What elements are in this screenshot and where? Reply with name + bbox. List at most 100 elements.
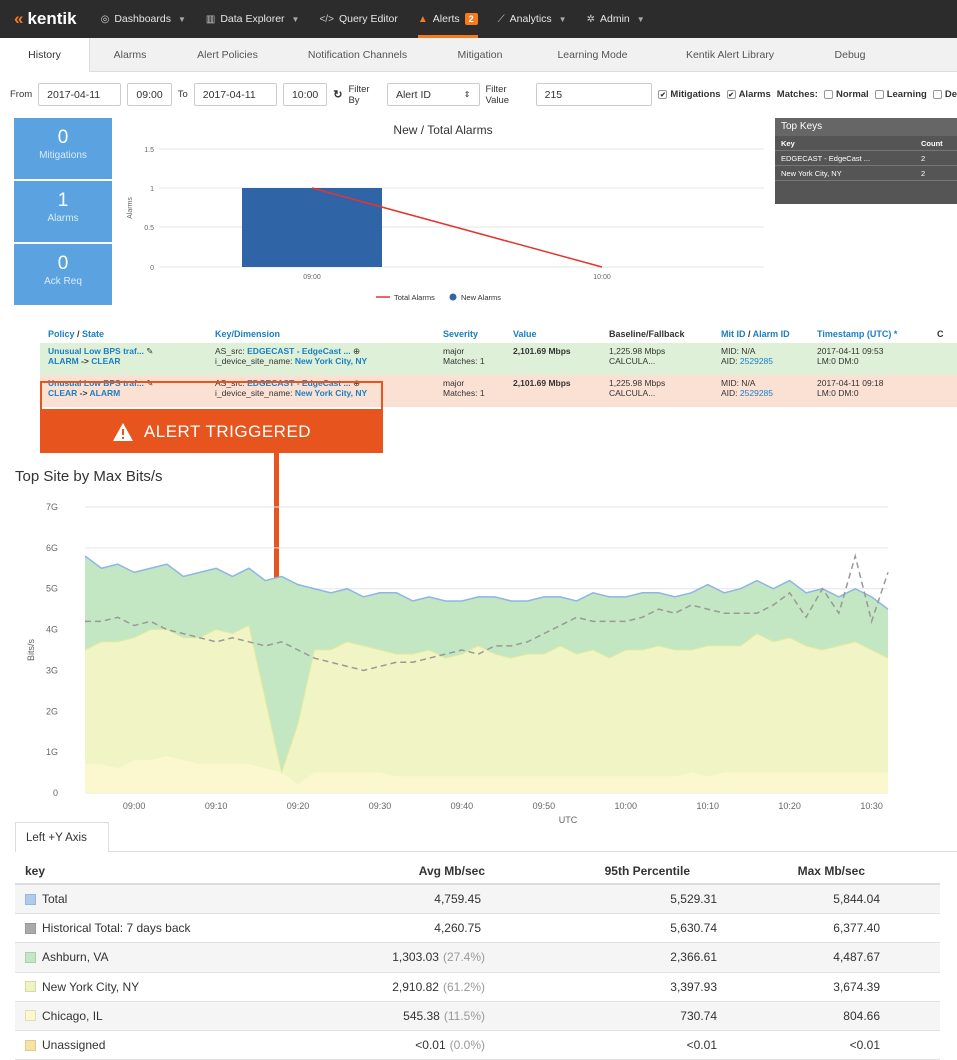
- alarm-id-link[interactable]: 2529285: [740, 388, 773, 398]
- filter-value-input[interactable]: 215: [535, 83, 653, 106]
- severity-value: major: [443, 346, 465, 356]
- table-row[interactable]: New York City, NY 2,910.82 (61.2%) 3,397.93…: [15, 973, 940, 1002]
- from-time-input[interactable]: 09:00: [127, 83, 172, 106]
- checkbox-empty-icon: [823, 90, 833, 99]
- timestamp-value: 2017-04-11 09:18: [817, 378, 884, 388]
- de-checkbox[interactable]: De: [932, 89, 957, 100]
- policy-header: Policy: [48, 329, 75, 339]
- mit-alarm-id-header[interactable]: Mit ID / Alarm ID: [721, 329, 817, 339]
- nav-dashboards[interactable]: ◎ Dashboards ▼: [101, 0, 186, 38]
- row-key: New York City, NY: [15, 980, 285, 994]
- nav-query-editor[interactable]: </> Query Editor: [319, 0, 397, 38]
- aid-prefix: AID:: [721, 388, 738, 398]
- table-row[interactable]: Ashburn, VA 1,303.03 (27.4%) 2,366.61 4,487.…: [15, 943, 940, 973]
- nav-analytics[interactable]: ⟋ Analytics ▼: [498, 0, 567, 38]
- mitigations-stat[interactable]: 0 Mitigations: [14, 118, 112, 180]
- total-alarms-legend-label[interactable]: Total Alarms: [394, 293, 435, 302]
- avg-value: 545.38: [403, 1008, 440, 1023]
- tab-alert-policies[interactable]: Alert Policies: [170, 38, 285, 72]
- arrow-separator: ->: [81, 356, 89, 366]
- caret-down-icon: ▼: [177, 14, 186, 24]
- refresh-icon[interactable]: ↻: [333, 88, 342, 101]
- x-tick-label: 10:30: [860, 801, 883, 811]
- alarms-checkbox[interactable]: ✔ Alarms: [726, 89, 771, 100]
- row-key: Ashburn, VA: [15, 950, 285, 964]
- slash-separator: /: [745, 329, 753, 339]
- tab-debug[interactable]: Debug: [805, 38, 895, 72]
- caret-down-icon: ▼: [636, 14, 645, 24]
- logo-chevron-icon: «: [14, 9, 24, 28]
- alert-triggered-banner: ALERT TRIGGERED: [40, 411, 383, 453]
- top-key-count: 2: [921, 153, 926, 163]
- nav-alerts[interactable]: ▲ Alerts 2: [417, 0, 478, 38]
- alarms-stat[interactable]: 1 Alarms: [14, 181, 112, 243]
- nav-data-explorer[interactable]: ▥ Data Explorer ▼: [206, 0, 300, 38]
- new-alarms-legend-label[interactable]: New Alarms: [461, 293, 501, 302]
- timestamp-header[interactable]: Timestamp (UTC) *: [817, 329, 937, 339]
- tab-kentik-alert-library[interactable]: Kentik Alert Library: [655, 38, 805, 72]
- table-row[interactable]: Chicago, IL 545.38 (11.5%) 730.74 804.66: [15, 1001, 940, 1031]
- alarm-row[interactable]: Unusual Low BPS traf... ✎ ALARM -> CLEAR …: [40, 343, 957, 375]
- y-tick-label: 6G: [46, 543, 58, 553]
- key-prefix: i_device_site_name:: [215, 356, 293, 366]
- p95-value: 730.74: [680, 1008, 717, 1023]
- nav-analytics-label: Analytics: [509, 13, 552, 25]
- value-header[interactable]: Value: [513, 329, 609, 339]
- row-avg: 4,759.45: [285, 892, 485, 906]
- baseline-value: 1,225.98 Mbps: [609, 346, 666, 356]
- severity-header[interactable]: Severity: [443, 329, 513, 339]
- top-keys-row[interactable]: New York City, NY 2: [775, 166, 957, 181]
- p95-value: 5,630.74: [670, 921, 717, 936]
- from-date-input[interactable]: 2017-04-11: [38, 83, 122, 106]
- pencil-icon[interactable]: ✎: [146, 346, 153, 356]
- series-swatch: [25, 951, 36, 963]
- y-tick-label: 1.5: [144, 147, 154, 154]
- tab-left-y-axis[interactable]: Left +Y Axis: [15, 822, 109, 852]
- alert-triggered-label: ALERT TRIGGERED: [143, 422, 312, 441]
- extra-column-header: C: [937, 329, 944, 339]
- checkmark-icon: ✔: [658, 90, 668, 99]
- checkmark-icon: ✔: [726, 90, 736, 99]
- to-date-input[interactable]: 2017-04-11: [193, 83, 277, 106]
- ack-req-stat[interactable]: 0 Ack Req: [14, 244, 112, 306]
- top-keys-panel: Top Keys Key Count EDGECAST - EdgeCast ..…: [775, 118, 957, 204]
- key-value-link[interactable]: New York City, NY: [295, 356, 367, 366]
- plus-circle-icon[interactable]: ⊕: [353, 346, 360, 356]
- learning-checkbox[interactable]: Learning: [874, 89, 927, 100]
- table-row[interactable]: Total 4,759.45 5,529.31 5,844.04: [15, 885, 940, 915]
- series-swatch: [25, 981, 36, 993]
- key-value-link[interactable]: EDGECAST - EdgeCast ...: [247, 346, 350, 356]
- traffic-chart: 0 1G 2G 3G 4G 5G 6G 7G 09:00 09:10 09:20 09:30 09:40…: [26, 502, 889, 825]
- top-keys-row[interactable]: EDGECAST - EdgeCast ... 2: [775, 151, 957, 166]
- max-value: 804.66: [843, 1008, 880, 1023]
- max-value: <0.01: [849, 1038, 880, 1053]
- policy-link[interactable]: Unusual Low BPS traf...: [48, 346, 144, 356]
- top-key-name: EDGECAST - EdgeCast ...: [781, 153, 871, 163]
- policy-state-header[interactable]: Policy / State: [40, 329, 215, 339]
- alarm-table-header: Policy / State Key/Dimension Severity Va…: [40, 325, 957, 343]
- tab-history[interactable]: History: [0, 38, 90, 72]
- de-label: De: [944, 89, 957, 100]
- to-time-input[interactable]: 10:00: [282, 83, 328, 106]
- series-swatch: [25, 893, 36, 905]
- bell-icon: ▲: [417, 13, 428, 25]
- series-swatch: [25, 922, 36, 934]
- baseline-value: 1,225.98 Mbps: [609, 378, 666, 388]
- checkbox-empty-icon: [874, 90, 884, 99]
- table-row[interactable]: Historical Total: 7 days back 4,260.75 5,6…: [15, 914, 940, 944]
- key-dimension-header[interactable]: Key/Dimension: [215, 329, 443, 339]
- tab-mitigation[interactable]: Mitigation: [430, 38, 530, 72]
- mitigations-checkbox[interactable]: ✔ Mitigations: [658, 89, 721, 100]
- kentik-logo[interactable]: «kentik: [14, 9, 77, 29]
- tab-notification-channels[interactable]: Notification Channels: [285, 38, 430, 72]
- line-chart-icon: ⟋: [497, 13, 505, 25]
- mitigations-count: 0: [57, 127, 69, 148]
- alarms-chart-title: New / Total Alarms: [393, 123, 492, 137]
- nav-admin[interactable]: ✲ Admin ▼: [587, 0, 645, 38]
- table-row[interactable]: Unassigned <0.01 (0.0%) <0.01 <0.01: [15, 1031, 940, 1060]
- normal-checkbox[interactable]: Normal: [823, 89, 869, 100]
- filter-by-select[interactable]: Alert ID ⇕: [386, 83, 480, 106]
- tab-learning-mode[interactable]: Learning Mode: [530, 38, 655, 72]
- tab-alarms[interactable]: Alarms: [90, 38, 170, 72]
- alarm-id-link[interactable]: 2529285: [740, 356, 773, 366]
